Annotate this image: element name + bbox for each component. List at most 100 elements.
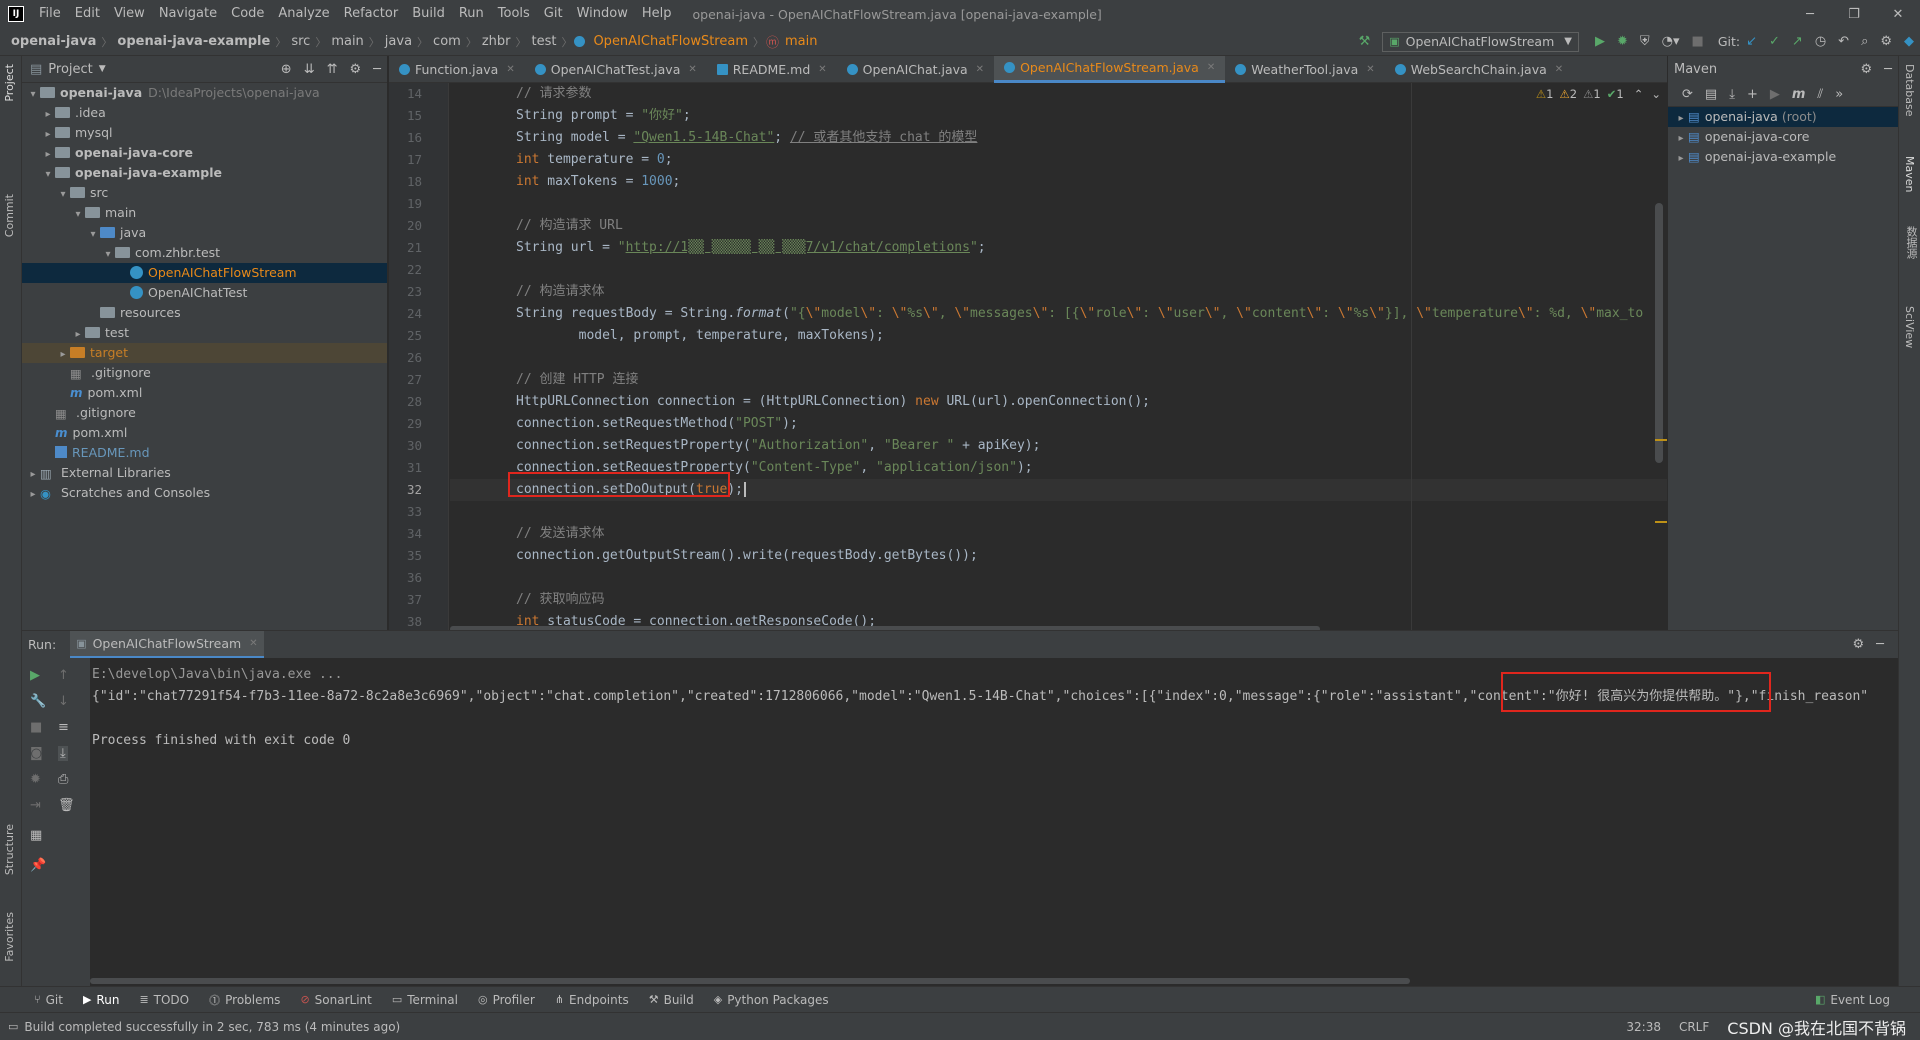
side-tab-database[interactable]: Database — [1903, 64, 1916, 117]
tree-item[interactable]: m pom.xml — [22, 423, 387, 443]
menu-tools[interactable]: Tools — [491, 0, 537, 28]
side-tab-project[interactable]: Project — [3, 64, 16, 102]
gear-icon[interactable]: ⚙ — [1853, 637, 1865, 652]
code-line[interactable]: // 发送请求体 — [450, 523, 1667, 545]
download-icon[interactable]: ⤓ — [1729, 87, 1735, 102]
menu-refactor[interactable]: Refactor — [337, 0, 406, 28]
code-line[interactable] — [450, 259, 1667, 281]
generate-sources-icon[interactable]: ▤ — [1705, 87, 1717, 102]
debug-icon[interactable]: ✹ — [30, 772, 41, 787]
git-update-icon[interactable]: ↙ — [1746, 34, 1757, 49]
gear-icon[interactable]: ⚙ — [1861, 62, 1873, 77]
profile-icon[interactable]: ◔▾ — [1662, 34, 1680, 49]
tree-item[interactable]: ▸ .idea — [22, 103, 387, 123]
next-highlight-icon[interactable]: ⌄ — [1651, 87, 1661, 101]
soft-wrap-icon[interactable]: ≡ — [58, 720, 69, 735]
layout-icon[interactable]: ▦ — [30, 828, 42, 843]
close-tab-icon[interactable]: ✕ — [1366, 64, 1374, 75]
coverage-icon[interactable]: ⛨ — [1640, 34, 1650, 49]
rerun-icon[interactable]: ▶ — [30, 668, 40, 683]
tool-tab-python-packages[interactable]: ◈ Python Packages — [704, 993, 839, 1007]
run-maven-icon[interactable]: ▶ — [1770, 87, 1780, 102]
editor-tab[interactable]: Function.java ✕ — [389, 56, 525, 83]
maven-project-item[interactable]: ▸ ▤ openai-java-core — [1668, 127, 1898, 147]
tree-item[interactable]: README.md — [22, 443, 387, 463]
exit-icon[interactable]: ⇥ — [30, 798, 41, 813]
restore-icon[interactable]: ❐ — [1832, 7, 1876, 22]
chevron-right-icon[interactable]: ▸ — [56, 345, 70, 365]
run-tab[interactable]: ▣ OpenAIChatFlowStream ✕ — [70, 630, 264, 659]
search-icon[interactable]: ⌕ — [1861, 34, 1868, 49]
breadcrumb-item[interactable]: com — [430, 34, 464, 49]
menu-analyze[interactable]: Analyze — [271, 0, 336, 28]
code-line[interactable]: model, prompt, temperature, maxTokens); — [450, 325, 1667, 347]
maven-project-item[interactable]: ▸ ▤ openai-java (root) — [1668, 107, 1898, 127]
close-icon[interactable]: ✕ — [1876, 7, 1920, 22]
menu-git[interactable]: Git — [537, 0, 570, 28]
close-tab-icon[interactable]: ✕ — [818, 64, 826, 75]
breadcrumb-item[interactable]: java — [382, 34, 415, 49]
tree-item[interactable]: ▾ openai-java-example — [22, 163, 387, 183]
tool-tab-terminal[interactable]: ▭ Terminal — [382, 993, 468, 1007]
chevron-right-icon[interactable]: ▸ — [41, 105, 55, 125]
chevron-right-icon[interactable]: ▸ — [1674, 149, 1688, 169]
tree-item[interactable]: ▸ test — [22, 323, 387, 343]
tool-tab-profiler[interactable]: ◎ Profiler — [468, 993, 545, 1007]
tree-item[interactable]: ▦ .gitignore — [22, 363, 387, 383]
code-line[interactable]: // 创建 HTTP 连接 — [450, 369, 1667, 391]
console-hscrollbar[interactable] — [90, 978, 1410, 984]
side-tab-commit[interactable]: Commit — [3, 194, 16, 237]
chevron-right-icon[interactable]: ▸ — [71, 325, 85, 345]
hide-icon[interactable]: ─ — [1884, 62, 1892, 77]
tool-tab-git[interactable]: ⑂ Git — [24, 993, 73, 1007]
side-tab-favorites[interactable]: Favorites — [3, 912, 16, 962]
breadcrumb-item[interactable]: main — [782, 34, 820, 49]
git-rollback-icon[interactable]: ↶ — [1838, 34, 1849, 49]
breadcrumb-item[interactable]: OpenAIChatFlowStream — [590, 34, 751, 49]
scroll-to-end-icon[interactable]: ⤓ — [58, 746, 68, 761]
editor-tab[interactable]: OpenAIChatTest.java ✕ — [525, 56, 707, 83]
editor-tab[interactable]: WeatherTool.java ✕ — [1225, 56, 1384, 83]
code-line[interactable]: connection.setRequestProperty("Authoriza… — [450, 435, 1667, 457]
menu-edit[interactable]: Edit — [68, 0, 107, 28]
menu-view[interactable]: View — [107, 0, 152, 28]
chevron-down-icon[interactable]: ▼ — [99, 64, 106, 74]
maven-goal-icon[interactable]: m — [1792, 87, 1806, 102]
breadcrumb-item[interactable]: openai-java-example — [114, 34, 273, 49]
code-line[interactable]: // 请求参数 — [450, 83, 1667, 105]
chevron-down-icon[interactable]: ▾ — [26, 85, 40, 105]
tree-item[interactable]: ▸ target — [22, 343, 387, 363]
breadcrumb-item[interactable]: main — [328, 34, 366, 49]
menu-code[interactable]: Code — [224, 0, 271, 28]
tree-item[interactable]: OpenAIChatFlowStream — [22, 263, 387, 283]
menu-build[interactable]: Build — [405, 0, 452, 28]
chevron-right-icon[interactable]: ▸ — [41, 145, 55, 165]
chevron-right-icon[interactable]: ▸ — [26, 465, 40, 485]
tree-item[interactable]: ▸ mysql — [22, 123, 387, 143]
chevron-down-icon[interactable]: ▾ — [101, 245, 115, 265]
menu-window[interactable]: Window — [570, 0, 635, 28]
run-icon[interactable]: ▶ — [1595, 34, 1605, 49]
tool-tab-run[interactable]: ▶ Run — [73, 993, 129, 1007]
code-line[interactable]: String requestBody = String.format("{\"m… — [450, 303, 1667, 325]
editor-vscrollbar[interactable] — [1655, 203, 1663, 463]
skip-tests-icon[interactable]: ⫽ — [1817, 87, 1823, 102]
editor-tab[interactable]: README.md ✕ — [707, 56, 837, 83]
tree-item[interactable]: m pom.xml — [22, 383, 387, 403]
chevron-right-icon[interactable]: ▸ — [1674, 129, 1688, 149]
code-editor[interactable]: ⚠ 1 ⚠ 2 ⚠ 1 ✔ 1 ⌃ ⌄ // 请求参数 String prompt = "… — [450, 83, 1667, 630]
menu-help[interactable]: Help — [635, 0, 679, 28]
project-panel-title[interactable]: Project — [48, 62, 92, 77]
close-tab-icon[interactable]: ✕ — [506, 64, 514, 75]
editor-tab[interactable]: OpenAIChat.java ✕ — [837, 56, 994, 83]
tool-tab-endpoints[interactable]: ⋔ Endpoints — [545, 993, 639, 1007]
editor-tab[interactable]: WebSearchChain.java ✕ — [1385, 56, 1573, 83]
chevron-down-icon[interactable]: ▾ — [71, 205, 85, 225]
code-line[interactable]: connection.setRequestMethod("POST"); — [450, 413, 1667, 435]
code-line[interactable]: String model = "Qwen1.5-14B-Chat"; // 或者… — [450, 127, 1667, 149]
breadcrumb-item[interactable]: zhbr — [479, 34, 514, 49]
tree-item[interactable]: ▾ java — [22, 223, 387, 243]
stop-icon[interactable]: ■ — [30, 720, 42, 735]
print-icon[interactable]: ⎙ — [58, 772, 68, 787]
tool-tab-sonarlint[interactable]: ⊘ SonarLint — [290, 993, 381, 1007]
